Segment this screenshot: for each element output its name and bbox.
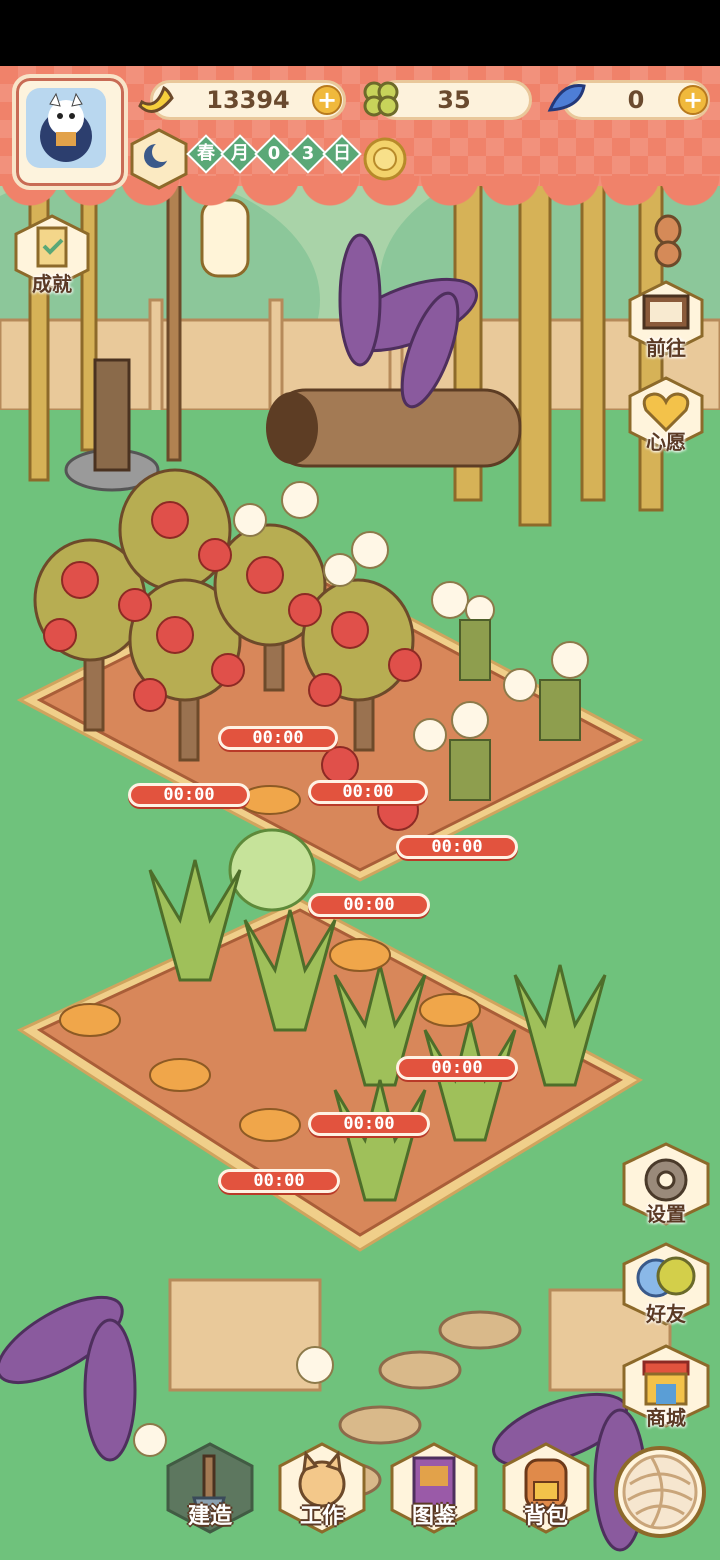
date-day-digit-1: 0 <box>267 143 281 164</box>
work-label: 工作 <box>299 1504 344 1529</box>
shop-button[interactable]: 商城 <box>618 1342 714 1434</box>
calendar-icon[interactable] <box>128 128 190 190</box>
player-avatar[interactable] <box>12 74 128 190</box>
cat-portrait <box>26 88 106 168</box>
crop-timer: 00:00 <box>218 726 338 750</box>
crop-timer: 00:00 <box>308 1112 430 1136</box>
clover-icon <box>363 81 399 117</box>
crop-timer: 00:00 <box>308 893 430 917</box>
goto-label: 前往 <box>646 336 686 360</box>
garden-scenery <box>0 180 720 1560</box>
achievements-label: 成就 <box>32 272 72 296</box>
crop-timer: 00:00 <box>128 783 250 807</box>
cat-icon <box>40 92 92 162</box>
banana-counter: 13394 + <box>136 80 346 120</box>
wish-button[interactable]: 心愿 <box>624 374 708 460</box>
fish-counter: 0 + <box>547 80 710 120</box>
banana-icon <box>138 85 174 113</box>
work-button[interactable]: 工作 <box>272 1442 372 1552</box>
crop-timer: 00:00 <box>396 1056 518 1080</box>
catalog-button[interactable]: 图鉴 <box>384 1442 484 1552</box>
date-day-digit-2: 3 <box>301 143 315 164</box>
fish-add-button[interactable]: + <box>678 85 708 115</box>
wish-label: 心愿 <box>646 430 686 454</box>
banana-count: 13394 <box>206 86 290 114</box>
build-label: 建造 <box>187 1504 232 1529</box>
sun-icon[interactable] <box>362 136 408 182</box>
fish-count: 0 <box>627 86 645 114</box>
banana-add-button[interactable]: + <box>312 85 342 115</box>
settings-label: 设置 <box>646 1202 686 1226</box>
bag-label: 背包 <box>523 1504 568 1529</box>
shop-label: 商城 <box>646 1406 686 1430</box>
crop-timer: 00:00 <box>396 835 518 859</box>
clover-counter: 35 <box>362 80 532 120</box>
achievements-button[interactable]: 成就 <box>10 212 94 302</box>
goto-button[interactable]: 前往 <box>624 278 708 364</box>
date-display: 春 月 0 3 日 <box>186 134 362 176</box>
status-bar <box>0 0 720 66</box>
build-button[interactable]: 建造 <box>160 1442 260 1552</box>
bag-button[interactable]: 背包 <box>496 1442 596 1552</box>
catalog-label: 图鉴 <box>411 1504 456 1529</box>
rope-knot-icon[interactable] <box>648 210 688 270</box>
date-season: 春 <box>197 143 215 164</box>
yarn-ball-icon[interactable] <box>612 1444 708 1540</box>
settings-button[interactable]: 设置 <box>618 1140 714 1232</box>
friends-label: 好友 <box>646 1302 686 1326</box>
date-day-label: 日 <box>333 143 351 164</box>
fish-icon <box>547 84 586 112</box>
date-month-label: 月 <box>231 143 249 164</box>
crop-timer: 00:00 <box>308 780 428 804</box>
crop-timer: 00:00 <box>218 1169 340 1193</box>
friends-button[interactable]: 好友 <box>618 1240 714 1332</box>
clover-count: 35 <box>437 86 471 114</box>
